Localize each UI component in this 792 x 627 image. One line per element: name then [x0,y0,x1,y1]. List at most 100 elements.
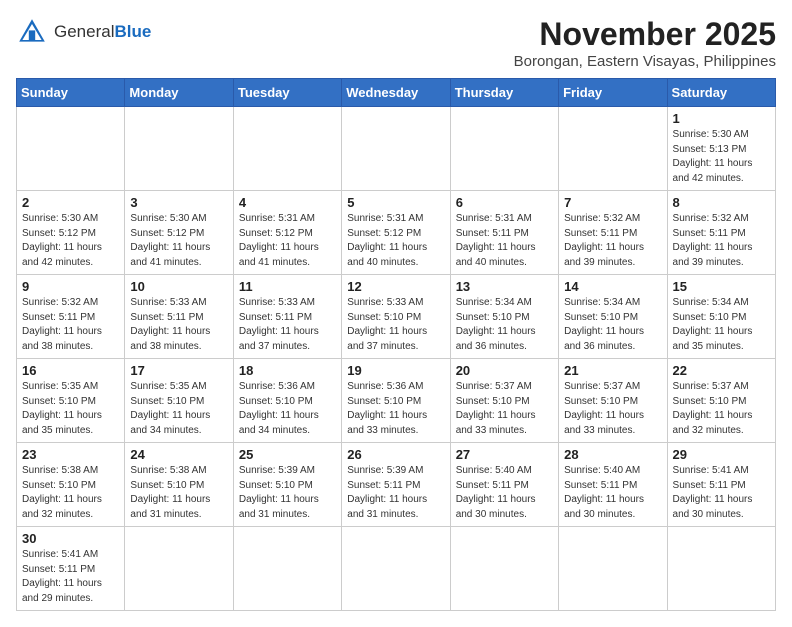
day-info: Sunrise: 5:38 AMSunset: 5:10 PMDaylight:… [130,464,227,522]
day-number: 20 [456,363,553,378]
day-info: Sunrise: 5:35 AMSunset: 5:10 PMDaylight:… [130,380,227,438]
calendar-day-cell [559,107,667,191]
weekday-header-monday: Monday [125,79,233,107]
day-info: Sunrise: 5:33 AMSunset: 5:11 PMDaylight:… [239,296,336,354]
calendar-day-cell: 26 Sunrise: 5:39 AMSunset: 5:11 PMDaylig… [342,443,450,527]
location-subtitle: Borongan, Eastern Visayas, Philippines [514,53,776,70]
day-info: Sunrise: 5:34 AMSunset: 5:10 PMDaylight:… [564,296,661,354]
calendar-title-area: November 2025 Borongan, Eastern Visayas,… [514,16,776,70]
day-info: Sunrise: 5:37 AMSunset: 5:10 PMDaylight:… [564,380,661,438]
calendar-day-cell: 10 Sunrise: 5:33 AMSunset: 5:11 PMDaylig… [125,275,233,359]
calendar-day-cell: 14 Sunrise: 5:34 AMSunset: 5:10 PMDaylig… [559,275,667,359]
day-number: 2 [22,195,119,210]
calendar-day-cell [233,527,341,611]
day-info: Sunrise: 5:36 AMSunset: 5:10 PMDaylight:… [347,380,444,438]
calendar-day-cell: 12 Sunrise: 5:33 AMSunset: 5:10 PMDaylig… [342,275,450,359]
day-number: 3 [130,195,227,210]
calendar-day-cell [450,527,558,611]
day-info: Sunrise: 5:32 AMSunset: 5:11 PMDaylight:… [673,212,770,270]
day-number: 14 [564,279,661,294]
day-number: 22 [673,363,770,378]
day-number: 28 [564,447,661,462]
calendar-day-cell: 4 Sunrise: 5:31 AMSunset: 5:12 PMDayligh… [233,191,341,275]
day-info: Sunrise: 5:39 AMSunset: 5:10 PMDaylight:… [239,464,336,522]
calendar-day-cell: 20 Sunrise: 5:37 AMSunset: 5:10 PMDaylig… [450,359,558,443]
calendar-day-cell: 29 Sunrise: 5:41 AMSunset: 5:11 PMDaylig… [667,443,775,527]
calendar-day-cell [342,107,450,191]
calendar-day-cell [667,527,775,611]
generalblue-logo-icon [16,16,48,48]
day-info: Sunrise: 5:34 AMSunset: 5:10 PMDaylight:… [673,296,770,354]
calendar-week-row: 9 Sunrise: 5:32 AMSunset: 5:11 PMDayligh… [17,275,776,359]
calendar-week-row: 1 Sunrise: 5:30 AMSunset: 5:13 PMDayligh… [17,107,776,191]
day-number: 10 [130,279,227,294]
day-number: 12 [347,279,444,294]
calendar-day-cell: 11 Sunrise: 5:33 AMSunset: 5:11 PMDaylig… [233,275,341,359]
calendar-day-cell: 2 Sunrise: 5:30 AMSunset: 5:12 PMDayligh… [17,191,125,275]
day-number: 16 [22,363,119,378]
calendar-day-cell [17,107,125,191]
calendar-day-cell: 24 Sunrise: 5:38 AMSunset: 5:10 PMDaylig… [125,443,233,527]
day-number: 24 [130,447,227,462]
day-info: Sunrise: 5:41 AMSunset: 5:11 PMDaylight:… [673,464,770,522]
calendar-day-cell: 25 Sunrise: 5:39 AMSunset: 5:10 PMDaylig… [233,443,341,527]
day-info: Sunrise: 5:32 AMSunset: 5:11 PMDaylight:… [22,296,119,354]
logo-text: GeneralBlue [54,22,151,42]
calendar-day-cell: 28 Sunrise: 5:40 AMSunset: 5:11 PMDaylig… [559,443,667,527]
day-info: Sunrise: 5:30 AMSunset: 5:12 PMDaylight:… [22,212,119,270]
day-info: Sunrise: 5:32 AMSunset: 5:11 PMDaylight:… [564,212,661,270]
calendar-day-cell [342,527,450,611]
day-info: Sunrise: 5:30 AMSunset: 5:12 PMDaylight:… [130,212,227,270]
calendar-day-cell: 21 Sunrise: 5:37 AMSunset: 5:10 PMDaylig… [559,359,667,443]
day-number: 11 [239,279,336,294]
day-number: 29 [673,447,770,462]
calendar-week-row: 30 Sunrise: 5:41 AMSunset: 5:11 PMDaylig… [17,527,776,611]
day-info: Sunrise: 5:40 AMSunset: 5:11 PMDaylight:… [456,464,553,522]
calendar-day-cell: 6 Sunrise: 5:31 AMSunset: 5:11 PMDayligh… [450,191,558,275]
day-info: Sunrise: 5:30 AMSunset: 5:13 PMDaylight:… [673,128,770,186]
calendar-day-cell: 17 Sunrise: 5:35 AMSunset: 5:10 PMDaylig… [125,359,233,443]
day-number: 8 [673,195,770,210]
calendar-table: SundayMondayTuesdayWednesdayThursdayFrid… [16,78,776,611]
calendar-day-cell: 16 Sunrise: 5:35 AMSunset: 5:10 PMDaylig… [17,359,125,443]
day-info: Sunrise: 5:39 AMSunset: 5:11 PMDaylight:… [347,464,444,522]
calendar-day-cell: 8 Sunrise: 5:32 AMSunset: 5:11 PMDayligh… [667,191,775,275]
day-number: 15 [673,279,770,294]
day-info: Sunrise: 5:40 AMSunset: 5:11 PMDaylight:… [564,464,661,522]
day-info: Sunrise: 5:37 AMSunset: 5:10 PMDaylight:… [673,380,770,438]
calendar-day-cell: 5 Sunrise: 5:31 AMSunset: 5:12 PMDayligh… [342,191,450,275]
day-number: 1 [673,111,770,126]
day-info: Sunrise: 5:37 AMSunset: 5:10 PMDaylight:… [456,380,553,438]
weekday-header-friday: Friday [559,79,667,107]
day-info: Sunrise: 5:31 AMSunset: 5:12 PMDaylight:… [347,212,444,270]
logo: GeneralBlue [16,16,151,48]
day-number: 5 [347,195,444,210]
calendar-day-cell: 27 Sunrise: 5:40 AMSunset: 5:11 PMDaylig… [450,443,558,527]
day-number: 7 [564,195,661,210]
calendar-day-cell: 9 Sunrise: 5:32 AMSunset: 5:11 PMDayligh… [17,275,125,359]
day-info: Sunrise: 5:36 AMSunset: 5:10 PMDaylight:… [239,380,336,438]
calendar-day-cell: 13 Sunrise: 5:34 AMSunset: 5:10 PMDaylig… [450,275,558,359]
day-info: Sunrise: 5:33 AMSunset: 5:10 PMDaylight:… [347,296,444,354]
day-number: 19 [347,363,444,378]
calendar-day-cell: 22 Sunrise: 5:37 AMSunset: 5:10 PMDaylig… [667,359,775,443]
weekday-header-row: SundayMondayTuesdayWednesdayThursdayFrid… [17,79,776,107]
day-info: Sunrise: 5:33 AMSunset: 5:11 PMDaylight:… [130,296,227,354]
calendar-day-cell [125,107,233,191]
day-number: 23 [22,447,119,462]
calendar-day-cell [450,107,558,191]
day-number: 17 [130,363,227,378]
day-info: Sunrise: 5:34 AMSunset: 5:10 PMDaylight:… [456,296,553,354]
weekday-header-wednesday: Wednesday [342,79,450,107]
calendar-day-cell [125,527,233,611]
calendar-day-cell [559,527,667,611]
day-number: 21 [564,363,661,378]
calendar-day-cell: 7 Sunrise: 5:32 AMSunset: 5:11 PMDayligh… [559,191,667,275]
weekday-header-sunday: Sunday [17,79,125,107]
calendar-day-cell: 1 Sunrise: 5:30 AMSunset: 5:13 PMDayligh… [667,107,775,191]
day-number: 13 [456,279,553,294]
calendar-day-cell: 19 Sunrise: 5:36 AMSunset: 5:10 PMDaylig… [342,359,450,443]
weekday-header-thursday: Thursday [450,79,558,107]
calendar-day-cell [233,107,341,191]
calendar-day-cell: 15 Sunrise: 5:34 AMSunset: 5:10 PMDaylig… [667,275,775,359]
